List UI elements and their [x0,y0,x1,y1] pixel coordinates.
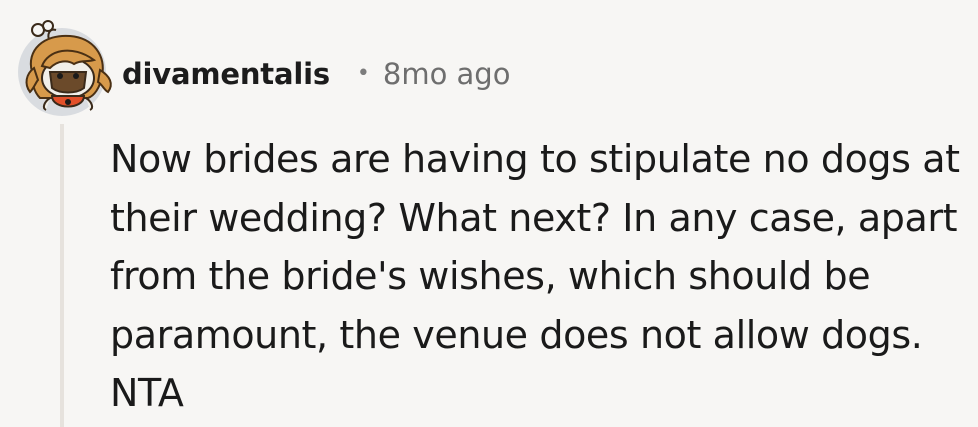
user-avatar[interactable] [18,20,112,116]
thread-line[interactable] [60,124,64,427]
comment-body: Now brides are having to stipulate no do… [110,137,960,416]
snoo-avatar-icon [25,20,112,111]
timestamp[interactable]: 8mo ago [383,57,511,91]
comment: divamentalis • 8mo ago Now brides are ha… [0,0,978,427]
username-link[interactable]: divamentalis [122,57,330,91]
meta-separator: • [356,60,370,86]
comment-meta: divamentalis • 8mo ago [122,52,510,96]
